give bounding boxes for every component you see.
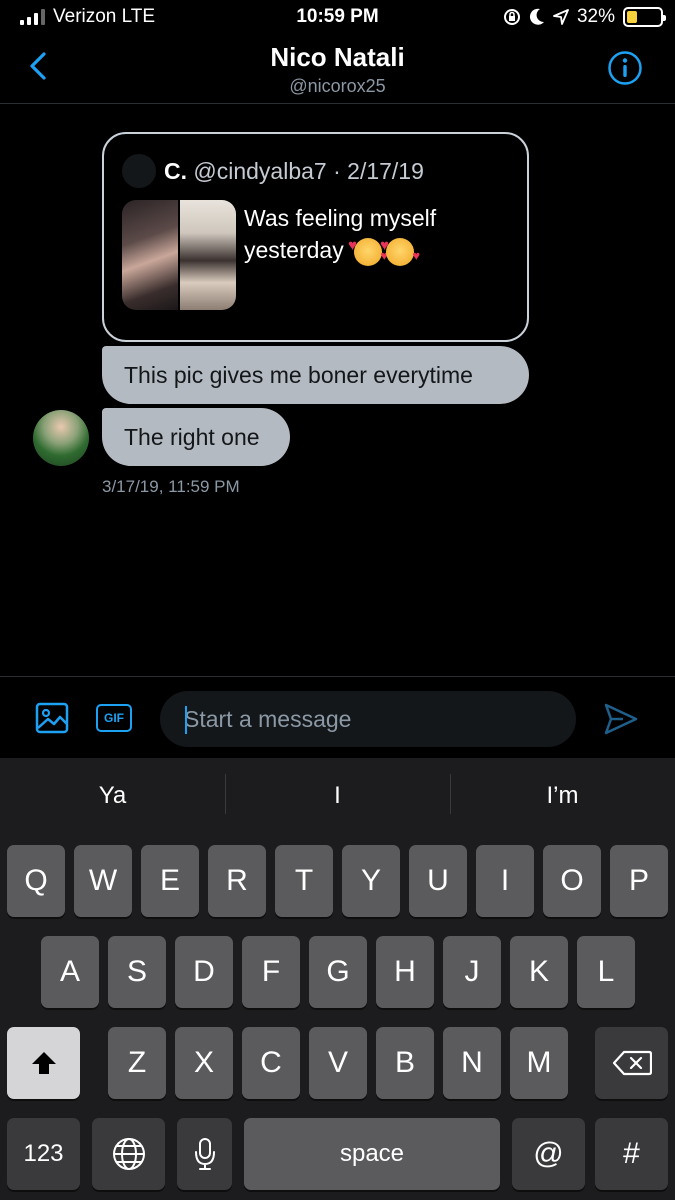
key-p[interactable]: P [610, 845, 668, 917]
quoted-tweet-text: Was feeling myself yesterday [244, 202, 514, 272]
status-bar: Verizon LTE 10:59 PM 32% [0, 0, 675, 34]
key-g[interactable]: G [309, 936, 367, 1008]
backspace-key[interactable] [595, 1027, 668, 1099]
quoted-tweet-meta: @cindyalba7 · 2/17/19 [193, 158, 424, 184]
location-icon [553, 9, 569, 25]
key-h[interactable]: H [376, 936, 434, 1008]
status-right: 32% [503, 6, 666, 28]
globe-key[interactable] [92, 1118, 165, 1190]
moon-icon [529, 8, 544, 25]
shift-key[interactable] [7, 1027, 80, 1099]
send-icon[interactable] [603, 701, 639, 737]
key-w[interactable]: W [74, 845, 132, 917]
media-thumbnail [122, 200, 178, 310]
microphone-icon [194, 1138, 215, 1170]
backspace-icon [612, 1050, 652, 1076]
conversation-header: Nico Natali @nicorox25 [0, 34, 675, 104]
gif-button[interactable]: GIF [96, 704, 132, 732]
key-i[interactable]: I [476, 845, 534, 917]
key-o[interactable]: O [543, 845, 601, 917]
onscreen-keyboard: Ya I I’m Q W E R T Y U I O P A S D F G H… [0, 758, 675, 1200]
numbers-key[interactable]: 123 [7, 1118, 80, 1190]
message-input[interactable] [160, 691, 576, 747]
key-e[interactable]: E [141, 845, 199, 917]
orientation-lock-icon [503, 9, 520, 25]
contact-handle: @nicorox25 [289, 76, 386, 96]
message-bubble[interactable]: This pic gives me boner everytime [102, 346, 529, 404]
key-f[interactable]: F [242, 936, 300, 1008]
message-composer: GIF [0, 676, 675, 758]
key-j[interactable]: J [443, 936, 501, 1008]
key-x[interactable]: X [175, 1027, 233, 1099]
globe-icon [112, 1138, 145, 1170]
key-r[interactable]: R [208, 845, 266, 917]
suggestion-item[interactable]: Ya [0, 758, 225, 834]
key-l[interactable]: L [577, 936, 635, 1008]
quoted-author-avatar [122, 154, 156, 188]
key-z[interactable]: Z [108, 1027, 166, 1099]
key-q[interactable]: Q [7, 845, 65, 917]
smiling-face-with-hearts-icon [380, 230, 420, 272]
key-u[interactable]: U [409, 845, 467, 917]
hash-key[interactable]: # [595, 1118, 668, 1190]
key-k[interactable]: K [510, 936, 568, 1008]
battery-percent: 32% [576, 6, 615, 27]
battery-icon [623, 7, 666, 27]
suggestion-item[interactable]: I [225, 758, 450, 834]
predictive-suggestions: Ya I I’m [0, 758, 675, 834]
at-key[interactable]: @ [512, 1118, 585, 1190]
shift-arrow-icon [31, 1052, 56, 1074]
message-timestamp: 3/17/19, 11:59 PM [102, 477, 240, 496]
key-t[interactable]: T [275, 845, 333, 917]
info-icon[interactable] [607, 50, 643, 86]
text-cursor [185, 706, 187, 734]
sender-avatar[interactable] [33, 410, 89, 466]
key-d[interactable]: D [175, 936, 233, 1008]
quoted-author-name: C. [164, 158, 187, 184]
key-m[interactable]: M [510, 1027, 568, 1099]
message-text: This pic gives me boner everytime [124, 361, 473, 388]
key-a[interactable]: A [41, 936, 99, 1008]
quoted-tweet-card[interactable]: C. @cindyalba7 · 2/17/19 Was feeling mys… [102, 132, 529, 342]
media-thumbnail [180, 200, 236, 310]
dictation-key[interactable] [177, 1118, 232, 1190]
key-v[interactable]: V [309, 1027, 367, 1099]
key-n[interactable]: N [443, 1027, 501, 1099]
key-c[interactable]: C [242, 1027, 300, 1099]
message-bubble[interactable]: The right one [102, 408, 290, 466]
smiling-face-with-hearts-icon [348, 230, 388, 272]
quoted-tweet-media[interactable] [122, 200, 236, 310]
quoted-tweet-header: C. @cindyalba7 · 2/17/19 [164, 158, 424, 185]
image-icon[interactable] [34, 700, 70, 736]
suggestion-item[interactable]: I’m [450, 758, 675, 834]
space-key[interactable]: space [244, 1118, 500, 1190]
message-text: The right one [124, 423, 260, 450]
key-b[interactable]: B [376, 1027, 434, 1099]
key-s[interactable]: S [108, 936, 166, 1008]
contact-name: Nico Natali [270, 42, 405, 72]
key-y[interactable]: Y [342, 845, 400, 917]
